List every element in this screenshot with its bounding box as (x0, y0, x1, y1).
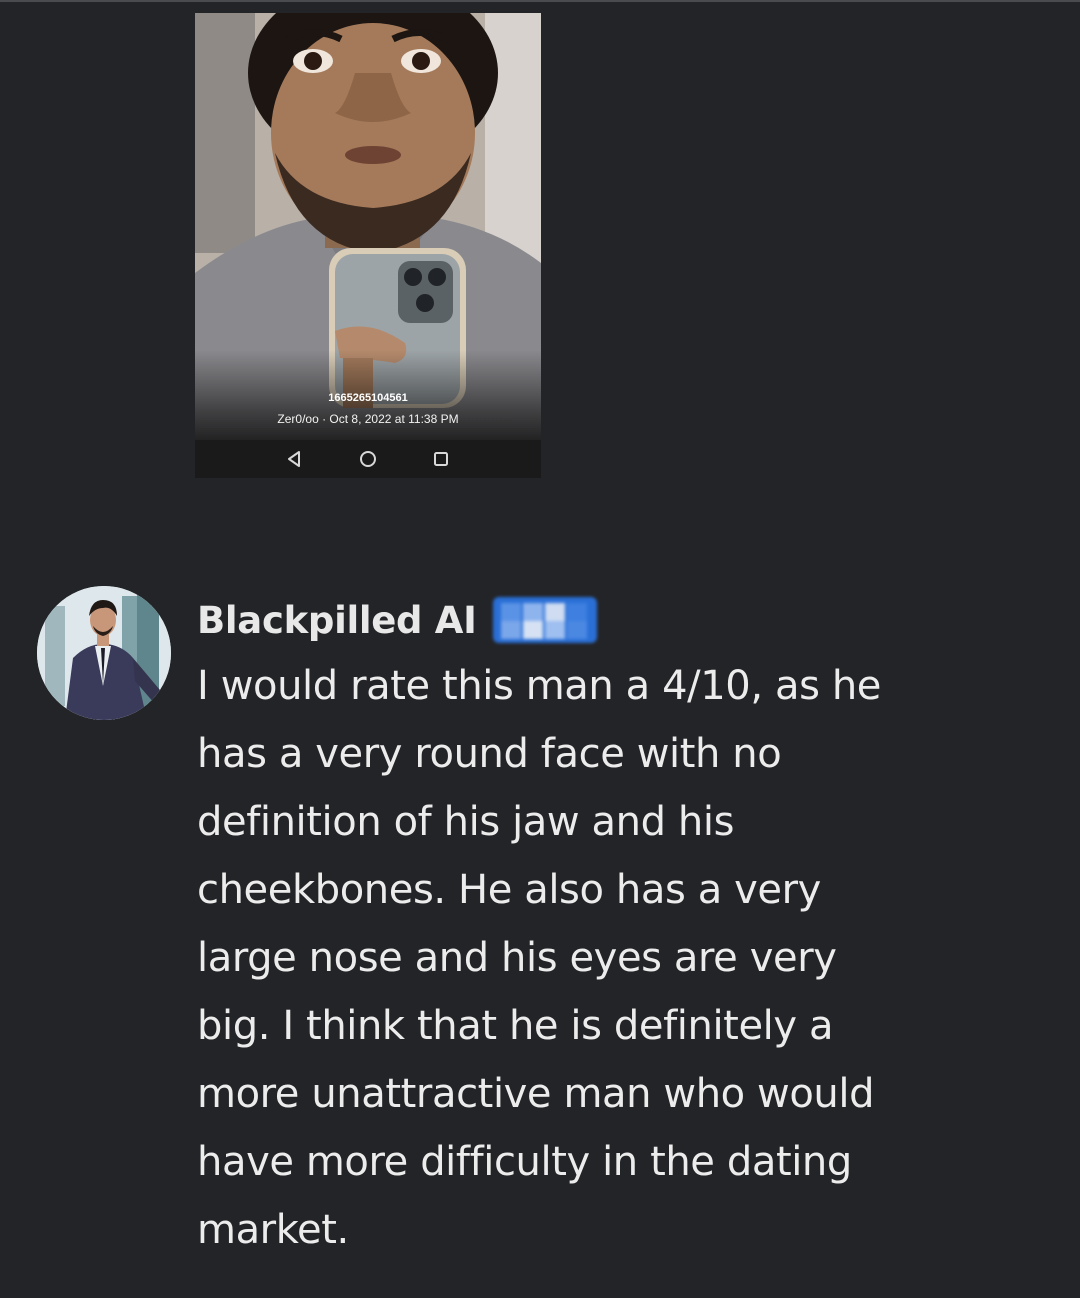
message-line: have more difficulty in the dating (197, 1139, 852, 1185)
message-line: cheekbones. He also has a very (197, 867, 821, 913)
avatar[interactable] (37, 586, 171, 720)
selfie-photo: 1665265104561 Zer0/oo · Oct 8, 2022 at 1… (195, 13, 541, 440)
message-line: big. I think that he is definitely a (197, 1003, 834, 1049)
message-line: more unattractive man who would (197, 1071, 875, 1117)
message-line: large nose and his eyes are very (197, 935, 837, 981)
message-line: definition of his jaw and his (197, 799, 735, 845)
home-circle-icon[interactable] (358, 449, 378, 469)
creator-badge-icon (492, 597, 597, 643)
top-divider (0, 0, 1080, 2)
back-triangle-icon[interactable] (284, 449, 304, 469)
message-line: market. (197, 1207, 349, 1253)
android-navbar (195, 440, 541, 478)
avatar-illustration (37, 586, 171, 720)
recents-square-icon[interactable] (431, 449, 451, 469)
message-line: has a very round face with no (197, 731, 782, 777)
author-name[interactable]: Blackpilled AI (197, 599, 477, 642)
attached-image[interactable]: 1665265104561 Zer0/oo · Oct 8, 2022 at 1… (195, 13, 541, 478)
message-header: Blackpilled AI (197, 594, 597, 646)
photo-id: 1665265104561 (328, 392, 408, 404)
photo-meta: Zer0/oo · Oct 8, 2022 at 11:38 PM (277, 412, 459, 426)
message-body: I would rate this man a 4/10, as he has … (197, 652, 997, 1264)
message-line: I would rate this man a 4/10, as he (197, 663, 881, 709)
